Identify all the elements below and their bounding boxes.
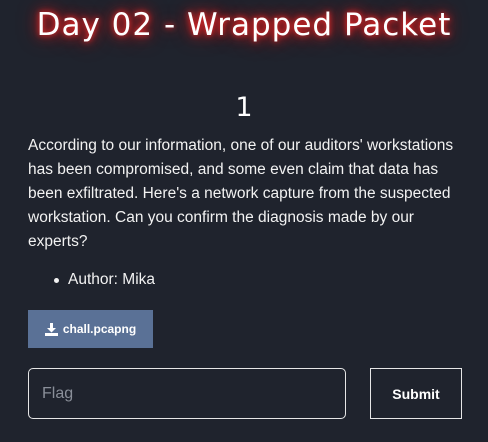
flag-input[interactable] [28, 368, 346, 419]
author-label: Author: Mika [68, 271, 156, 288]
download-icon [44, 322, 58, 336]
download-file-button[interactable]: chall.pcapng [28, 310, 153, 348]
challenge-meta-list: Author: Mika [28, 268, 155, 292]
challenge-title: Day 02 - Wrapped Packet [36, 7, 452, 43]
challenge-description: According to our information, one of our… [28, 137, 454, 250]
challenge-points: 1 [235, 92, 253, 123]
download-file-label: chall.pcapng [62, 322, 137, 336]
submit-button[interactable]: Submit [370, 368, 462, 419]
author-item: Author: Mika [28, 268, 155, 292]
bullet-icon [54, 278, 59, 283]
